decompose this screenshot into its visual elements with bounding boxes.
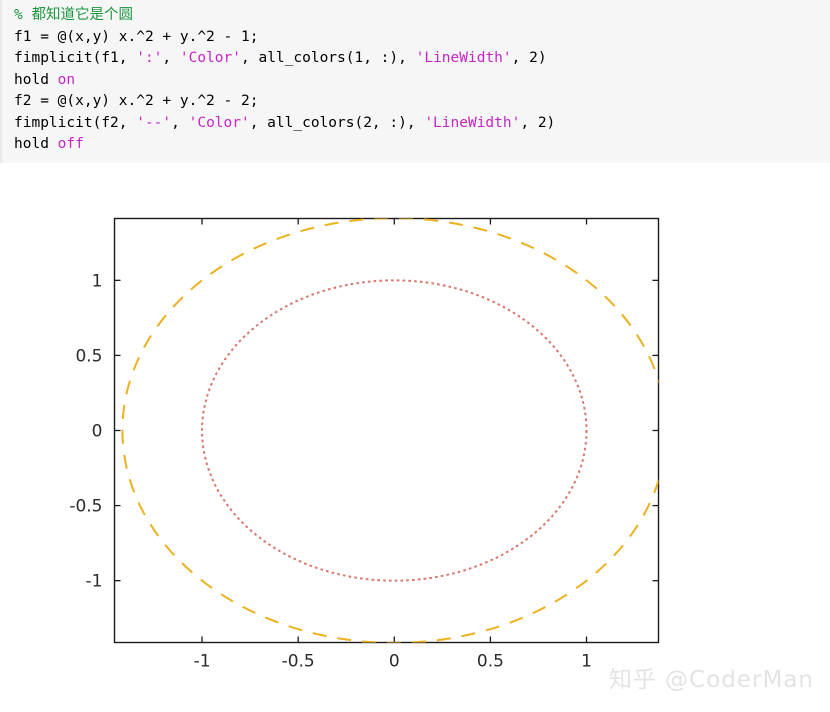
x-tick-label: 0 [389,652,400,672]
code-token: hold [14,71,58,88]
code-line: f1 = @(x,y) x.^2 + y.^2 - 1; [14,27,830,49]
code-line: hold off [14,134,830,156]
code-token: f2 = @(x,y) x.^2 + y.^2 - 2; [14,93,259,109]
code-token: , [171,114,189,131]
code-line: % 都知道它是个圆 [14,5,830,27]
x-tick-label: 0.5 [477,652,504,672]
watermark-text: 知乎 @CoderMan [608,667,814,693]
x-tick-label: 1 [581,652,592,672]
code-token: on [57,71,76,88]
code-token: f1 = @(x,y) x.^2 + y.^2 - 1; [14,28,259,45]
code-line: f2 = @(x,y) x.^2 + y.^2 - 2; [14,91,830,113]
y-tick-label: 1 [92,271,103,291]
y-tick-label: 0 [92,422,103,442]
code-token: , all_colors(1, :), [241,50,416,66]
y-tick-label: -0.5 [69,497,102,517]
code-token: 'Color' [179,50,241,66]
code-token: , all_colors(2, :), [249,114,425,131]
y-tick-label: 0.5 [75,346,102,366]
code-line: fimplicit(f1, ':', 'Color', all_colors(1… [14,48,830,70]
code-token: hold [14,136,58,152]
axes-box [113,217,660,644]
code-token: , [162,50,180,66]
x-tick-label: -0.5 [282,652,315,672]
y-tick-label: -1 [86,572,103,592]
code-token: , 2) [511,50,547,66]
matlab-code-block: % 都知道它是个圆 f1 = @(x,y) x.^2 + y.^2 - 1; fim… [0,0,830,163]
code-line: fimplicit(f2, '--', 'Color', all_colors(… [14,113,830,135]
code-lines: % 都知道它是个圆 f1 = @(x,y) x.^2 + y.^2 - 1; fim… [14,5,830,156]
x-tick-label: -1 [194,652,211,672]
code-token: '--' [136,114,172,131]
code-line: hold on [14,70,830,92]
code-token: , 2) [520,114,556,131]
code-token: % 都知道它是个圆 [14,7,133,23]
plot-figure: -1 -0.5 0 0.5 1 -1 -0.5 0 0.5 1 [0,163,830,712]
code-token: 'LineWidth' [424,114,521,131]
code-token: 'LineWidth' [415,50,512,66]
code-token: 'Color' [188,114,250,131]
code-token: ':' [136,50,163,66]
code-token: off [57,136,84,152]
code-token: fimplicit(f2, [14,114,137,131]
plot-canvas: -1 -0.5 0 0.5 1 -1 -0.5 0 0.5 1 [69,217,660,672]
code-token: fimplicit(f1, [14,50,137,66]
